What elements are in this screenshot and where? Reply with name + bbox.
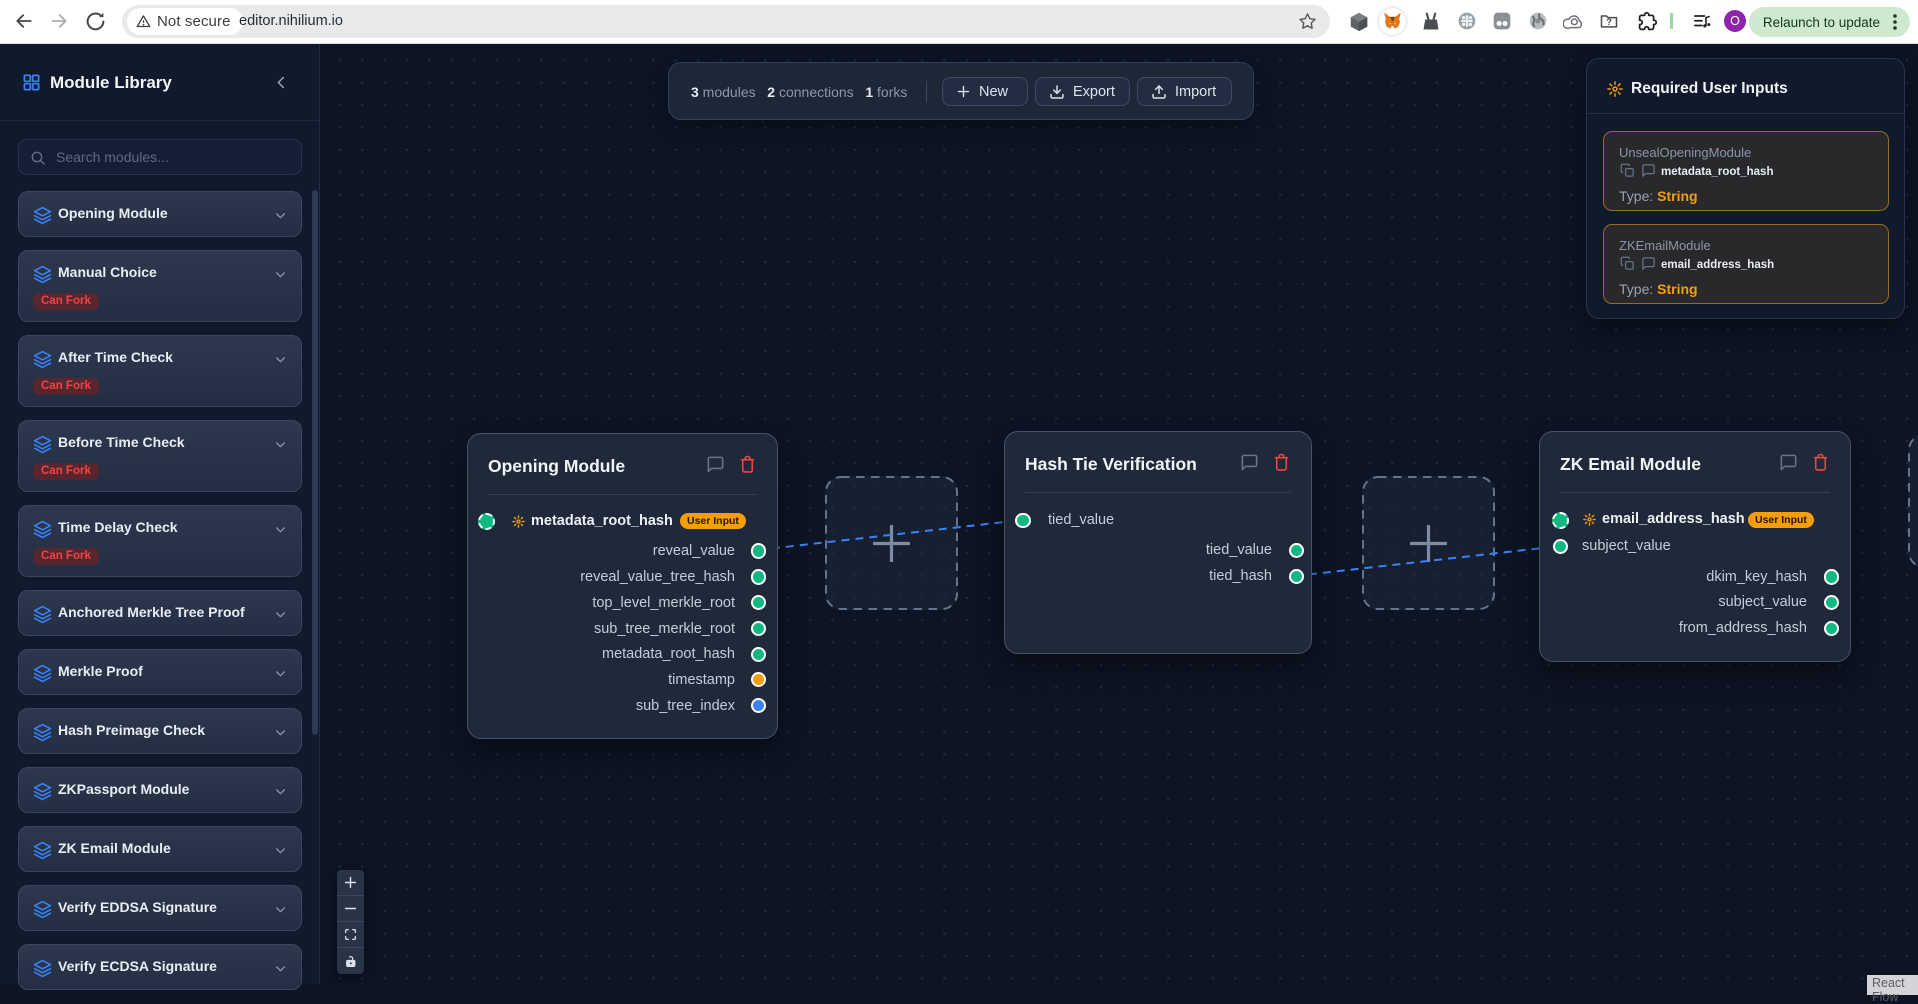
svg-text:?: ? [1606,17,1612,27]
